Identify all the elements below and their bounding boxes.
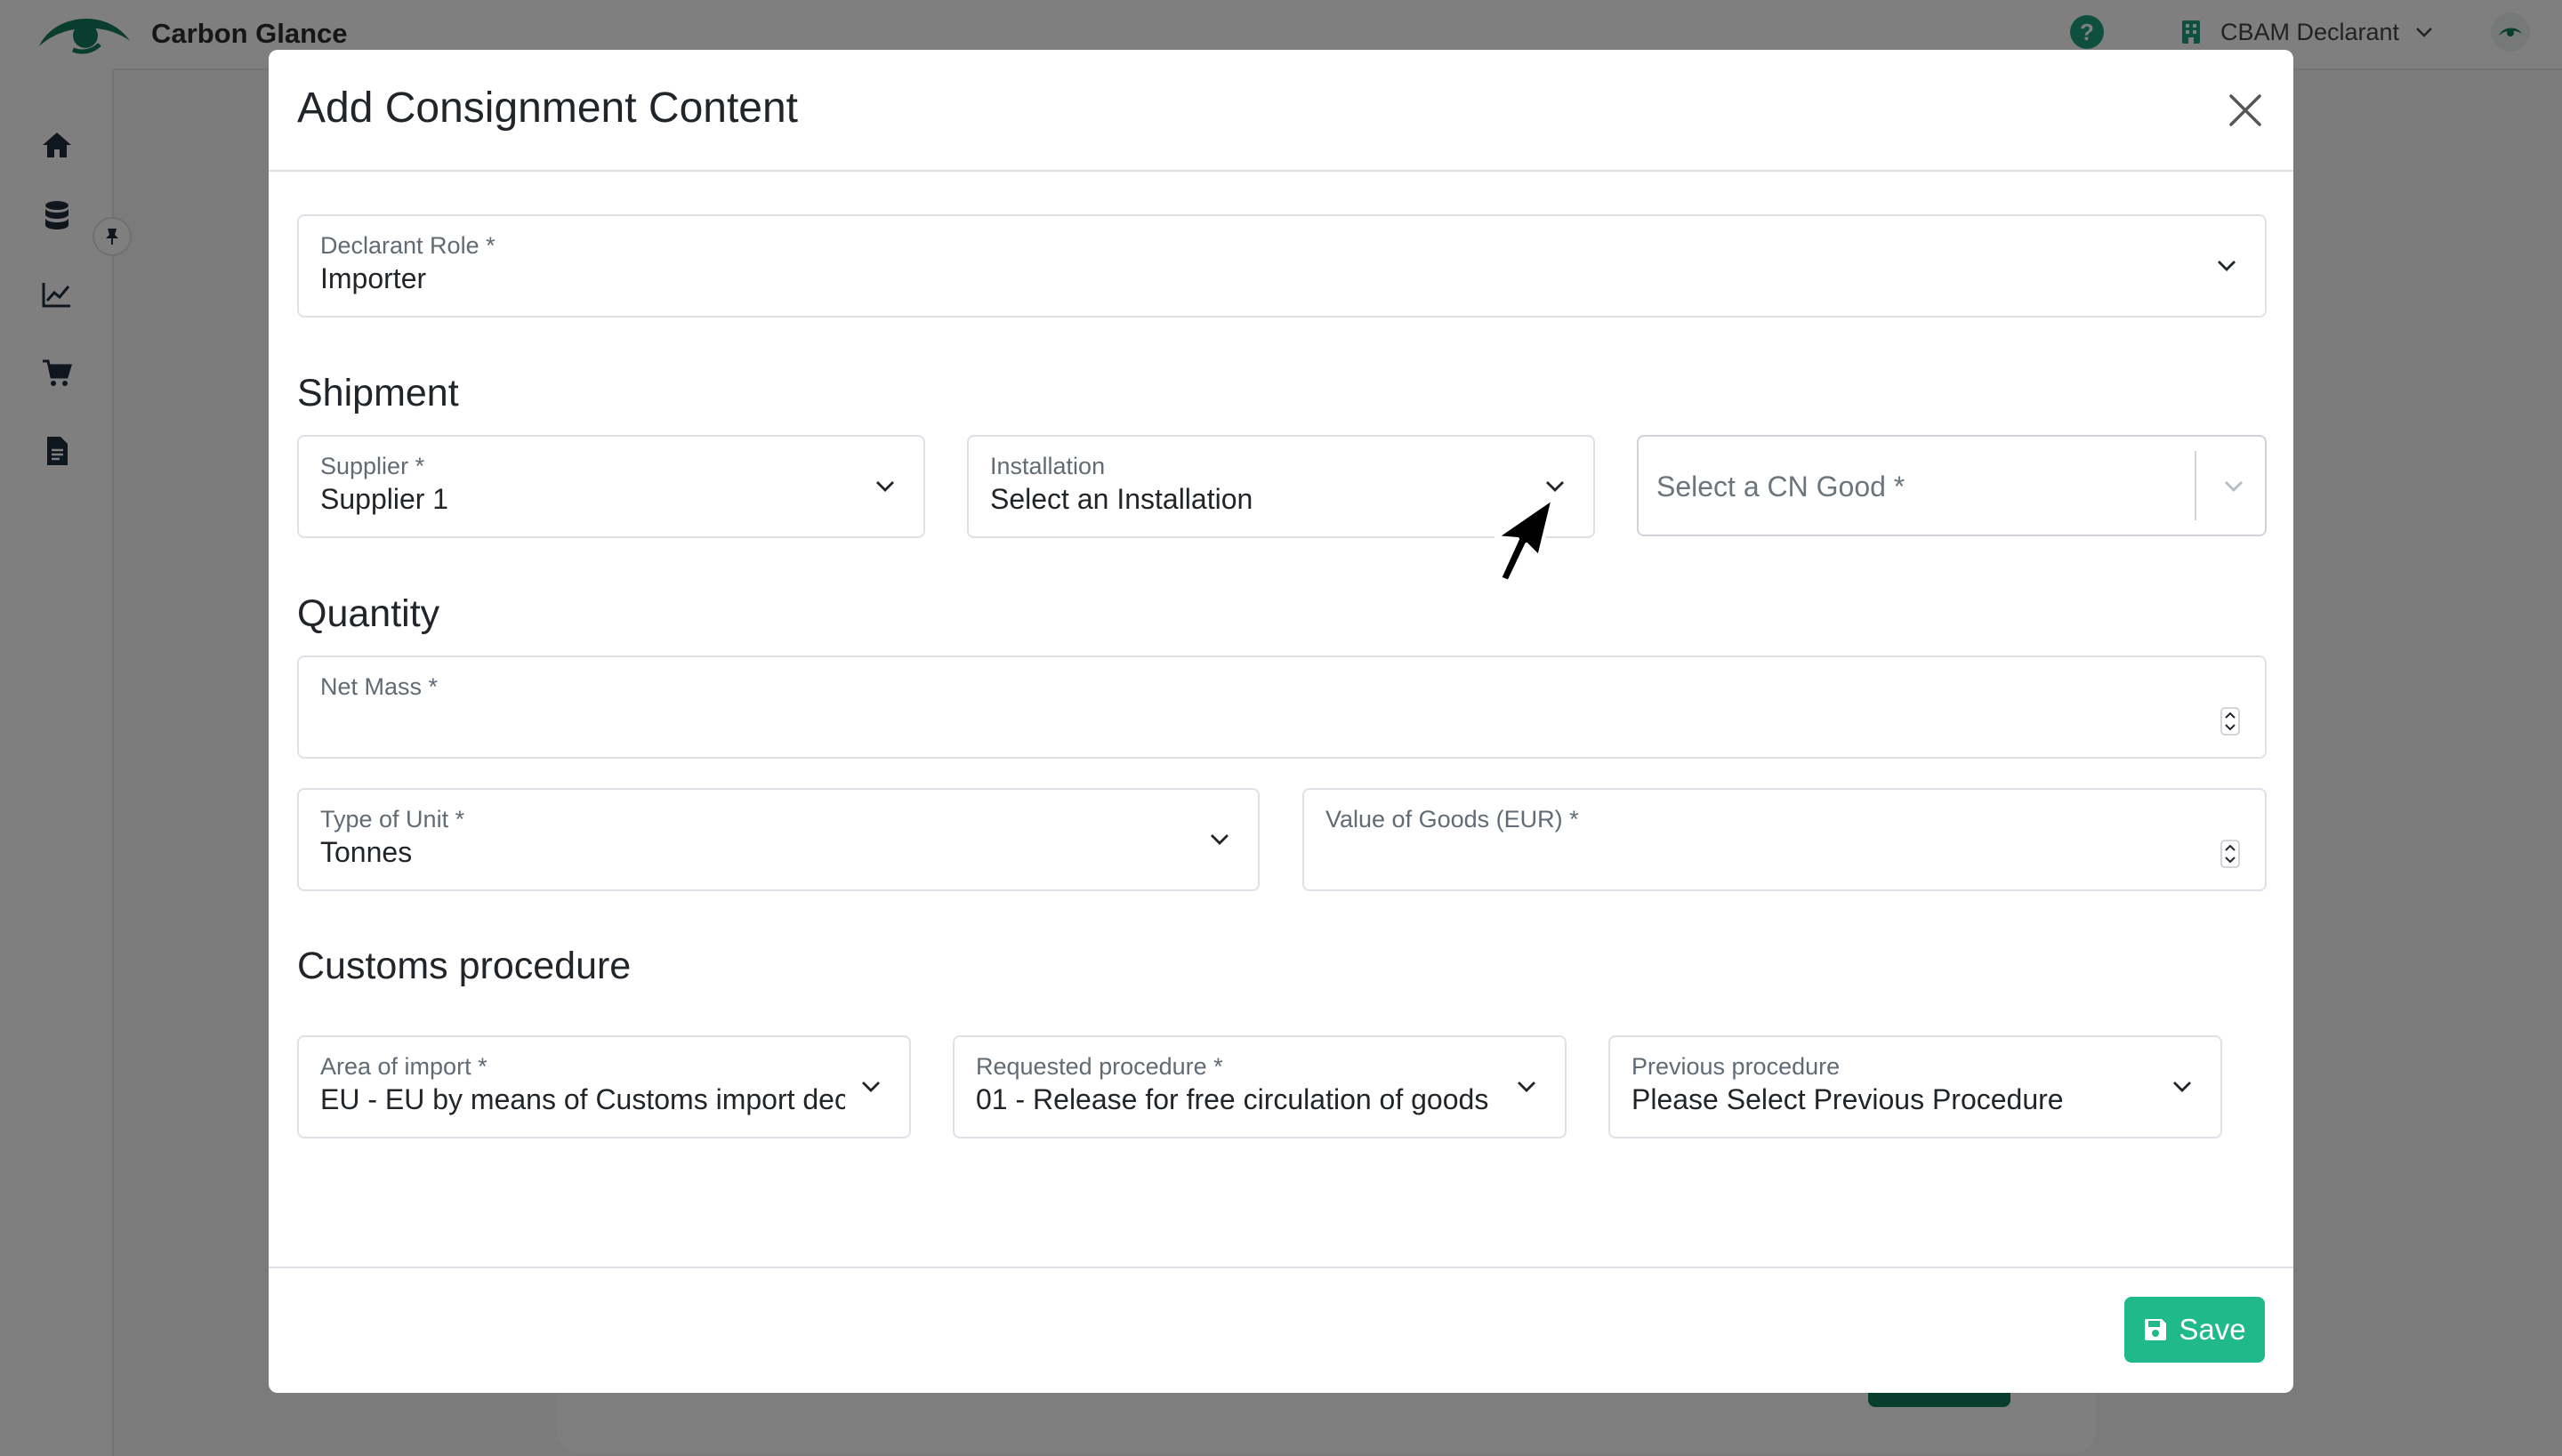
save-label: Save: [2179, 1313, 2246, 1346]
installation-label: Installation: [990, 453, 1106, 479]
customs-procedure-heading: Customs procedure: [297, 945, 632, 987]
type-of-unit-label: Type of Unit *: [320, 806, 465, 833]
previous-procedure-label: Previous procedure: [1631, 1053, 1841, 1080]
area-of-import-select[interactable]: Area of import * EU - EU by means of Cus…: [297, 1035, 911, 1138]
chevron-down-icon: [862, 1082, 880, 1092]
value-of-goods-label: Value of Goods (EUR) *: [1325, 806, 1579, 833]
installation-value: Select an Installation: [990, 483, 1253, 515]
previous-procedure-select[interactable]: Previous procedure Please Select Previou…: [1608, 1035, 2222, 1138]
cn-good-select[interactable]: Select a CN Good *: [1637, 435, 2267, 536]
chevron-down-icon: [2173, 1082, 2191, 1092]
declarant-role-value: Importer: [320, 262, 427, 294]
shipment-heading: Shipment: [297, 372, 459, 414]
requested-procedure-label: Requested procedure *: [976, 1053, 1223, 1080]
save-button[interactable]: Save: [2124, 1297, 2265, 1363]
chevron-down-icon: [2218, 261, 2236, 271]
previous-procedure-value: Please Select Previous Procedure: [1631, 1083, 2064, 1115]
number-stepper-icon[interactable]: [2220, 707, 2240, 736]
supplier-label: Supplier *: [320, 453, 425, 479]
select-separator: [2195, 451, 2196, 520]
net-mass-input[interactable]: Net Mass *: [297, 656, 2267, 759]
declarant-role-label: Declarant Role *: [320, 232, 495, 259]
type-of-unit-value: Tonnes: [320, 836, 413, 868]
add-consignment-modal: Add Consignment Content Declarant Role *…: [269, 50, 2293, 1393]
net-mass-label: Net Mass *: [320, 673, 439, 700]
supplier-select[interactable]: Supplier * Supplier 1: [297, 435, 925, 538]
requested-procedure-select[interactable]: Requested procedure * 01 - Release for f…: [953, 1035, 1567, 1138]
area-of-import-label: Area of import *: [320, 1053, 487, 1080]
declarant-role-select[interactable]: Declarant Role * Importer: [297, 214, 2267, 318]
cn-good-placeholder: Select a CN Good *: [1656, 471, 1905, 503]
close-icon[interactable]: [2226, 91, 2265, 130]
floppy-disk-icon: [2143, 1317, 2168, 1342]
number-stepper-icon[interactable]: [2220, 840, 2240, 868]
requested-procedure-value: 01 - Release for free circulation of goo…: [976, 1083, 1489, 1115]
modal-title: Add Consignment Content: [297, 84, 799, 132]
quantity-heading: Quantity: [297, 592, 440, 635]
chevron-down-icon: [2225, 481, 2243, 492]
modal-footer: Save: [269, 1267, 2293, 1393]
area-of-import-value: EU - EU by means of Customs import decla…: [320, 1083, 845, 1115]
chevron-down-icon: [1518, 1082, 1535, 1092]
value-of-goods-input[interactable]: Value of Goods (EUR) *: [1302, 788, 2267, 891]
mouse-cursor-icon: [1494, 496, 1555, 583]
type-of-unit-select[interactable]: Type of Unit * Tonnes: [297, 788, 1260, 891]
chevron-down-icon: [876, 481, 894, 492]
supplier-value: Supplier 1: [320, 483, 449, 515]
chevron-down-icon: [1211, 834, 1229, 845]
modal-header: Add Consignment Content: [269, 50, 2293, 172]
